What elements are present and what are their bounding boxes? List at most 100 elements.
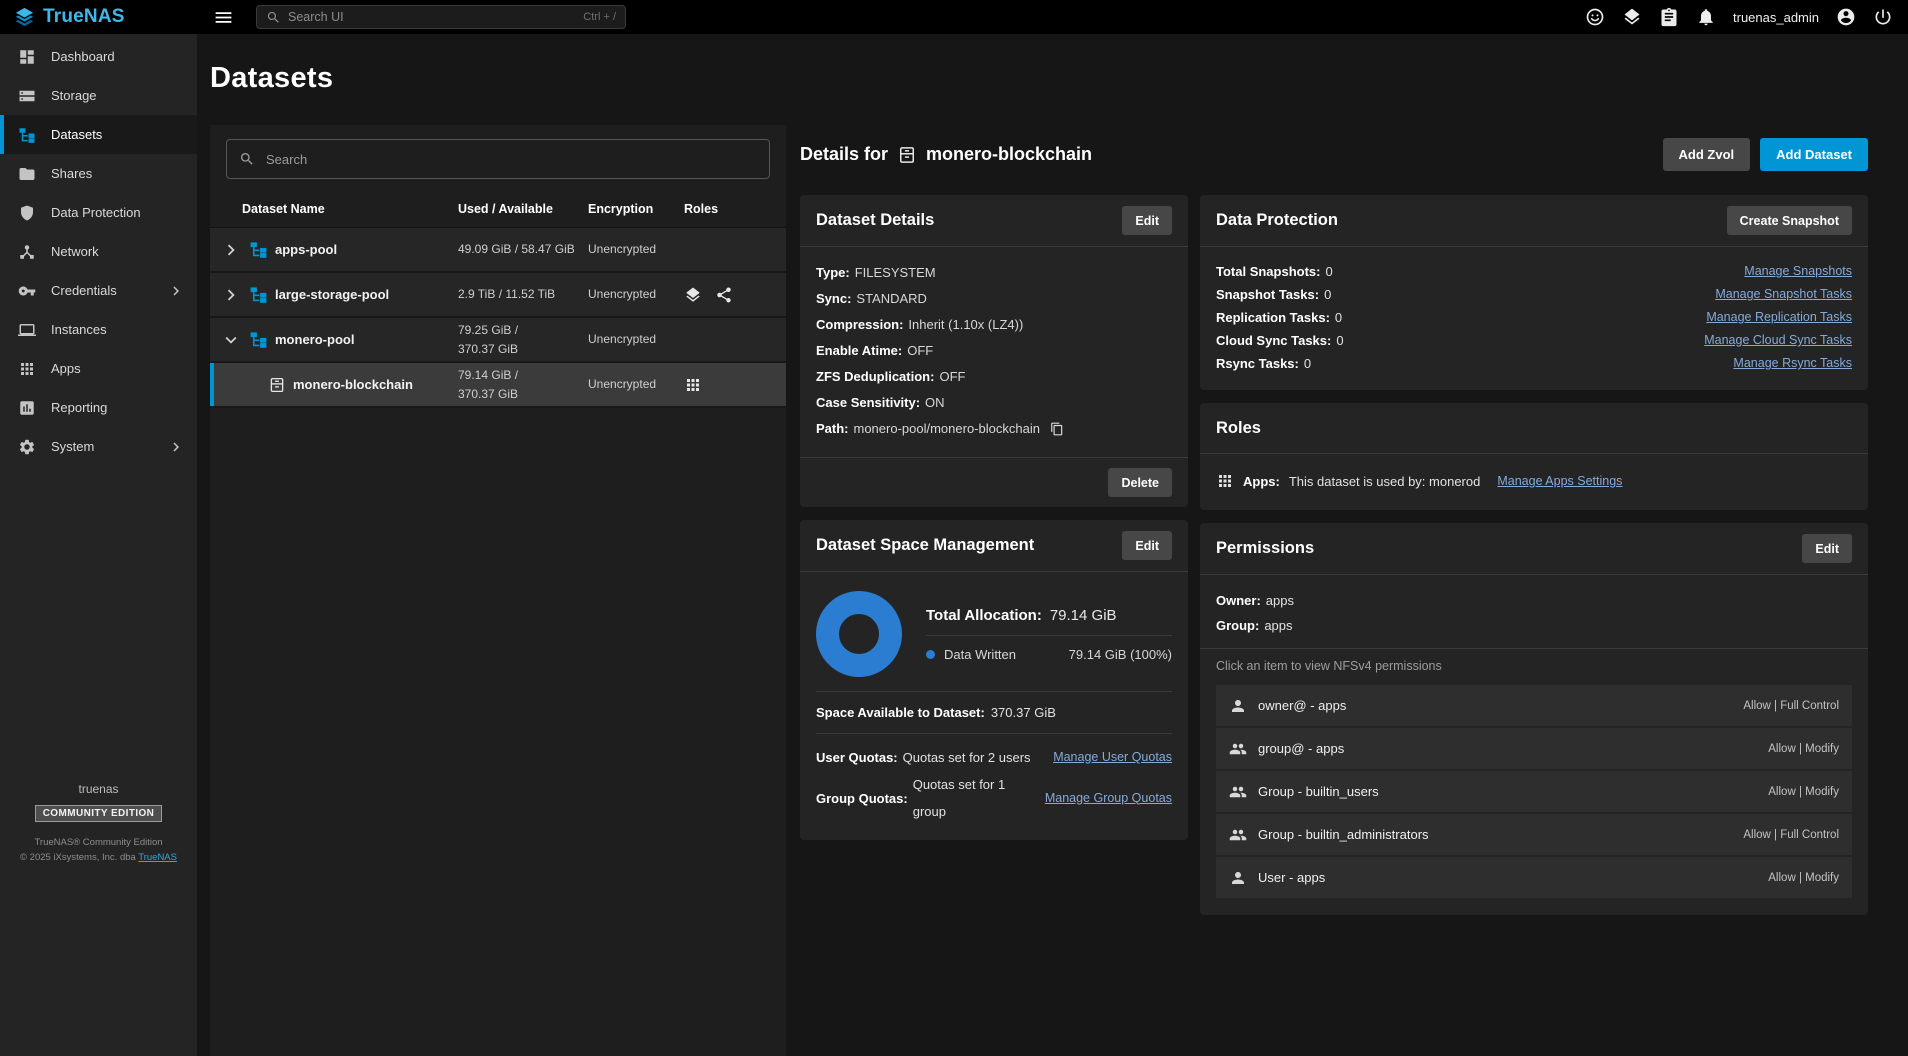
field-type: Type: FILESYSTEM (816, 260, 1172, 286)
footer-edition-text: TrueNAS® Community Edition (0, 835, 197, 851)
column-header-encryption: Encryption (588, 202, 684, 216)
apps-role-grid-icon (684, 376, 702, 394)
sidebar-item-credentials[interactable]: Credentials (0, 271, 197, 310)
manage-replication-tasks-link[interactable]: Manage Replication Tasks (1706, 306, 1852, 329)
feedback-button[interactable] (1585, 7, 1605, 27)
dataset-row-apps-pool[interactable]: apps-pool 49.09 GiB / 58.47 GiB Unencryp… (210, 228, 786, 273)
edit-dataset-details-button[interactable]: Edit (1122, 206, 1172, 235)
sidebar-item-dashboard[interactable]: Dashboard (0, 37, 197, 76)
group-line: Group: apps (1216, 613, 1852, 638)
footer-truenas-link[interactable]: TrueNAS (138, 852, 177, 863)
delete-dataset-button[interactable]: Delete (1108, 468, 1172, 497)
manage-user-quotas-link[interactable]: Manage User Quotas (1053, 744, 1172, 771)
table-header: Dataset Name Used / Available Encryption… (210, 191, 786, 228)
roles-cell (684, 286, 786, 304)
sidebar-item-apps[interactable]: Apps (0, 349, 197, 388)
apps-grid-icon (1216, 472, 1234, 490)
field-sync: Sync: STANDARD (816, 286, 1172, 312)
ace-item-builtin-users[interactable]: Group - builtin_users Allow | Modify (1216, 771, 1852, 812)
divider (1200, 648, 1868, 649)
hamburger-icon (213, 7, 234, 28)
field-path: Path: monero-pool/monero-blockchain (816, 416, 1172, 442)
manage-rsync-tasks-link[interactable]: Manage Rsync Tasks (1733, 352, 1852, 375)
pool-tree-icon (249, 285, 268, 304)
data-protection-card: Data Protection Create Snapshot Total Sn… (1200, 195, 1868, 390)
search-icon (266, 10, 281, 25)
dp-row-snapshot-tasks: Snapshot Tasks: 0 Manage Snapshot Tasks (1216, 283, 1852, 306)
encryption-status: Unencrypted (588, 330, 684, 349)
ace-item-group[interactable]: group@ - apps Allow | Modify (1216, 728, 1852, 769)
collapse-chevron-down-icon[interactable] (220, 329, 242, 351)
column-header-roles: Roles (684, 202, 786, 216)
field-compression: Compression: Inherit (1.10x (LZ4)) (816, 312, 1172, 338)
power-button[interactable] (1873, 7, 1893, 27)
ace-item-user-apps[interactable]: User - apps Allow | Modify (1216, 857, 1852, 898)
dataset-row-monero-pool[interactable]: monero-pool 79.25 GiB / 370.37 GiB Unenc… (210, 318, 786, 363)
manage-snapshots-link[interactable]: Manage Snapshots (1744, 260, 1852, 283)
ace-item-builtin-administrators[interactable]: Group - builtin_administrators Allow | F… (1216, 814, 1852, 855)
manage-cloud-sync-tasks-link[interactable]: Manage Cloud Sync Tasks (1704, 329, 1852, 352)
details-title-prefix: Details for (800, 144, 888, 165)
dataset-row-monero-blockchain[interactable]: monero-blockchain 79.14 GiB / 370.37 GiB… (210, 363, 786, 408)
group-icon (1229, 783, 1247, 801)
edition-badge: COMMUNITY EDITION (35, 805, 163, 822)
dataset-name: apps-pool (275, 242, 337, 257)
network-icon (18, 243, 36, 261)
user-menu-button[interactable] (1836, 7, 1856, 27)
card-title: Dataset Space Management (816, 536, 1034, 555)
account-circle-icon (1836, 7, 1856, 27)
sidebar-item-reporting[interactable]: Reporting (0, 388, 197, 427)
apps-grid-icon (18, 360, 36, 378)
group-quotas-row: Group Quotas: Quotas set for 1 group Man… (816, 771, 1172, 825)
edit-space-button[interactable]: Edit (1122, 531, 1172, 560)
dataset-search[interactable] (226, 139, 770, 179)
add-dataset-button[interactable]: Add Dataset (1760, 138, 1868, 171)
truenas-logo[interactable]: TrueNAS (0, 6, 197, 29)
copy-path-button[interactable] (1050, 422, 1064, 436)
details-dataset-name: monero-blockchain (926, 144, 1092, 165)
menu-toggle-button[interactable] (213, 7, 234, 28)
person-icon (1229, 869, 1247, 887)
card-title: Dataset Details (816, 211, 934, 230)
main-content: Datasets Dataset Name Used / Available E… (197, 34, 1908, 1056)
computer-icon (18, 321, 36, 339)
sidebar-item-instances[interactable]: Instances (0, 310, 197, 349)
expand-chevron-right-icon[interactable] (220, 284, 242, 306)
dataset-row-large-storage-pool[interactable]: large-storage-pool 2.9 TiB / 11.52 TiB U… (210, 273, 786, 318)
sidebar-item-shares[interactable]: Shares (0, 154, 197, 193)
sidebar-item-datasets[interactable]: Datasets (0, 115, 197, 154)
global-search-input[interactable] (288, 10, 576, 24)
used-available: 49.09 GiB / 58.47 GiB (458, 240, 588, 259)
topbar-actions: truenas_admin (1585, 7, 1908, 27)
sidebar-item-system[interactable]: System (0, 427, 197, 466)
expand-chevron-right-icon[interactable] (220, 239, 242, 261)
manage-snapshot-tasks-link[interactable]: Manage Snapshot Tasks (1715, 283, 1852, 306)
alerts-button[interactable] (1696, 7, 1716, 27)
sidebar-footer: truenas COMMUNITY EDITION TrueNAS® Commu… (0, 782, 197, 1056)
column-header-used: Used / Available (458, 202, 588, 216)
global-search[interactable]: Ctrl + / (256, 5, 626, 29)
used-available: 2.9 TiB / 11.52 TiB (458, 285, 588, 304)
sidebar-item-storage[interactable]: Storage (0, 76, 197, 115)
edit-permissions-button[interactable]: Edit (1802, 534, 1852, 563)
ace-item-owner[interactable]: owner@ - apps Allow | Full Control (1216, 685, 1852, 726)
nfsv4-hint: Click an item to view NFSv4 permissions (1216, 659, 1852, 673)
manage-group-quotas-link[interactable]: Manage Group Quotas (1045, 785, 1172, 812)
manage-apps-settings-link[interactable]: Manage Apps Settings (1497, 474, 1622, 488)
apps-stack-button[interactable] (1622, 7, 1642, 27)
field-enable-atime: Enable Atime: OFF (816, 338, 1172, 364)
used-available: 79.25 GiB / 370.37 GiB (458, 321, 546, 358)
create-snapshot-button[interactable]: Create Snapshot (1727, 206, 1852, 235)
encryption-status: Unencrypted (588, 240, 684, 259)
dashboard-icon (18, 48, 36, 66)
add-zvol-button[interactable]: Add Zvol (1663, 138, 1751, 171)
jobs-button[interactable] (1659, 7, 1679, 27)
brand-text: TrueNAS (43, 6, 125, 28)
username[interactable]: truenas_admin (1733, 10, 1819, 25)
dataset-search-input[interactable] (266, 152, 757, 167)
user-quotas-row: User Quotas: Quotas set for 2 users Mana… (816, 744, 1172, 771)
sidebar-item-network[interactable]: Network (0, 232, 197, 271)
group-icon (1229, 740, 1247, 758)
column-header-name: Dataset Name (242, 202, 458, 216)
sidebar-item-data-protection[interactable]: Data Protection (0, 193, 197, 232)
